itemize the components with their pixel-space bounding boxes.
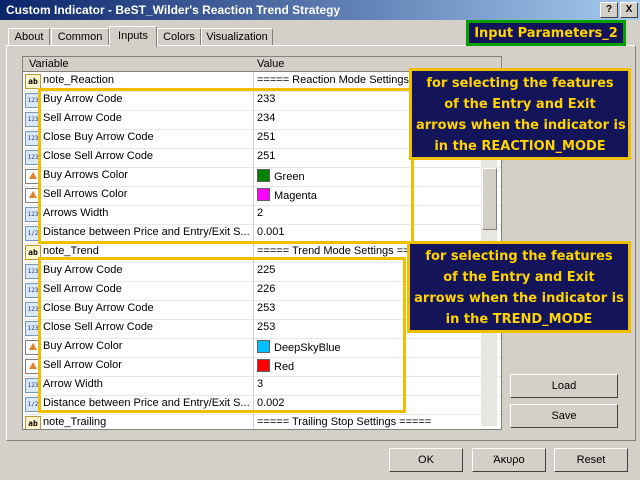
column-divider xyxy=(253,414,254,429)
value-text: ===== Trend Mode Settings ==== xyxy=(257,245,423,257)
trend-callout: for selecting the features of the Entry … xyxy=(407,241,631,333)
table-row[interactable]: ab note_Trailing ===== Trailing Stop Setti… xyxy=(23,414,501,429)
help-button[interactable]: ? xyxy=(600,2,618,18)
tab-colors[interactable]: Colors xyxy=(157,28,201,46)
variable-value[interactable]: ===== Trend Mode Settings ==== xyxy=(257,245,422,257)
variable-value[interactable]: ===== Trailing Stop Settings ===== xyxy=(257,416,431,428)
close-button[interactable]: X xyxy=(620,2,638,18)
reaction-callout: for selecting the features of the Entry … xyxy=(409,68,631,160)
value-text: ===== Reaction Mode Settings = xyxy=(257,74,419,86)
reaction-highlight-box xyxy=(38,88,414,244)
scrollbar-thumb[interactable] xyxy=(482,168,497,230)
tab-visualization[interactable]: Visualization xyxy=(201,28,273,46)
string-icon: ab xyxy=(25,74,41,89)
callout-line: in the TREND_MODE xyxy=(445,312,593,327)
tab-common[interactable]: Common xyxy=(51,28,109,46)
string-icon: ab xyxy=(25,416,41,429)
load-button[interactable]: Load xyxy=(510,374,618,398)
save-button[interactable]: Save xyxy=(510,404,618,428)
title-bar: Custom Indicator - BeST_Wilder's Reactio… xyxy=(0,0,640,20)
callout-line: of the Entry and Exit xyxy=(443,270,595,285)
variable-column-header[interactable]: Variable xyxy=(29,58,69,70)
callout-line: of the Entry and Exit xyxy=(444,97,596,112)
callout-line: for selecting the features xyxy=(426,76,614,91)
callout-line: arrows when the indicator is xyxy=(414,291,624,306)
ok-button[interactable]: OK xyxy=(389,448,463,472)
value-column-header[interactable]: Value xyxy=(257,58,284,70)
value-text: ===== Trailing Stop Settings ===== xyxy=(257,416,432,428)
variable-value[interactable]: ===== Reaction Mode Settings = xyxy=(257,74,418,86)
input-parameters-label: Input Parameters_2 xyxy=(466,20,626,46)
variable-name: note_Trailing xyxy=(43,416,107,428)
window-title: Custom Indicator - BeST_Wilder's Reactio… xyxy=(6,3,341,17)
callout-line: for selecting the features xyxy=(425,249,613,264)
callout-line: arrows when the indicator is xyxy=(416,118,626,133)
variable-name: note_Reaction xyxy=(43,74,114,86)
variable-name: note_Trend xyxy=(43,245,99,257)
tab-about[interactable]: About xyxy=(8,28,50,46)
callout-line: in the REACTION_MODE xyxy=(434,139,606,154)
reset-button[interactable]: Reset xyxy=(554,448,628,472)
cancel-button[interactable]: Άκυρο xyxy=(472,448,546,472)
tab-inputs[interactable]: Inputs xyxy=(109,26,157,47)
trend-highlight-box xyxy=(38,257,406,413)
